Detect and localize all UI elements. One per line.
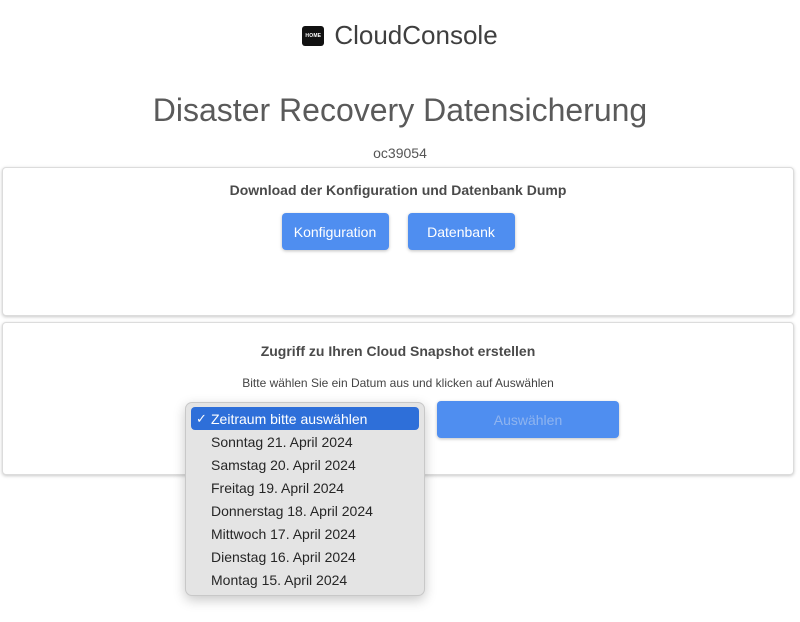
snapshot-hint: Bitte wählen Sie ein Datum aus und klick… [242, 376, 554, 390]
database-button[interactable]: Datenbank [407, 213, 515, 250]
home-logo-icon: HOME [302, 25, 325, 46]
date-option[interactable]: Montag 15. April 2024 [191, 568, 419, 591]
date-option[interactable]: Donnerstag 18. April 2024 [191, 499, 419, 522]
brand-name: CloudConsole [334, 20, 498, 50]
date-option[interactable]: ✓ Zeitraum bitte auswählen [191, 407, 419, 430]
date-select-dropdown[interactable]: ✓ Zeitraum bitte auswählen Sonntag 21. A… [185, 402, 425, 596]
download-button-row: Konfiguration Datenbank [3, 213, 793, 250]
date-option[interactable]: Dienstag 16. April 2024 [191, 545, 419, 568]
download-card: Download der Konfiguration und Datenbank… [2, 167, 794, 316]
brand-header: HOME CloudConsole [0, 20, 800, 51]
select-button[interactable]: Auswählen [437, 401, 619, 438]
date-option-label: Zeitraum bitte auswählen [211, 410, 368, 427]
date-option[interactable]: Sonntag 21. April 2024 [191, 430, 419, 453]
page: HOME CloudConsole Disaster Recovery Date… [0, 0, 800, 622]
page-title: Disaster Recovery Datensicherung [152, 92, 648, 128]
date-option[interactable]: Freitag 19. April 2024 [191, 476, 419, 499]
instance-id: oc39054 [373, 145, 427, 161]
date-option[interactable]: Mittwoch 17. April 2024 [191, 522, 419, 545]
date-option[interactable]: Samstag 20. April 2024 [191, 453, 419, 476]
configuration-button[interactable]: Konfiguration [281, 213, 389, 250]
snapshot-card-title: Zugriff zu Ihren Cloud Snapshot erstelle… [260, 343, 536, 359]
download-card-title: Download der Konfiguration und Datenbank… [229, 182, 567, 198]
checkmark-icon: ✓ [196, 410, 207, 426]
